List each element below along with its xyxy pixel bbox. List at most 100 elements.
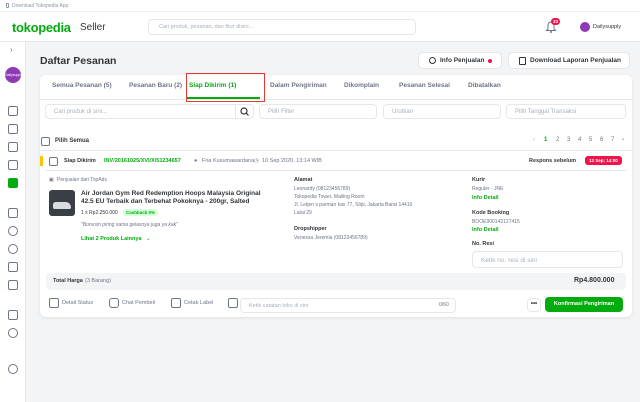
page-1[interactable]: 1 [544,137,547,143]
help-icon[interactable] [8,328,18,338]
home-icon[interactable] [8,106,18,116]
alamat-line-2: Tokopedia Tower, Mailing Room [294,194,365,200]
avatar[interactable] [580,22,590,32]
kurir-label: Kurir [472,177,486,183]
buyer-name[interactable]: Fria Kusumawardana [202,158,254,164]
seller-label: Seller [80,22,106,33]
booking-info-link[interactable]: Info Detail [472,227,499,233]
detail-status-link[interactable]: Detail Status [62,300,93,306]
sort-select[interactable]: Urutkan [383,104,501,119]
statistic-icon[interactable] [8,208,18,218]
invoice-link[interactable]: INV/20161025/XVI/X/51234657 [104,158,181,164]
respons-due-badge: 12 Sep; 14:00 [585,156,622,165]
tab-dalam-pengiriman[interactable]: Dalam Pengiriman [270,82,327,89]
product-icon[interactable] [8,262,18,272]
alamat-label: Alamat [294,177,313,183]
tab-pesanan-baru[interactable]: Pesanan Baru (2) [129,82,182,89]
more-products-link[interactable]: Lihat 2 Produk Lainnya [81,236,142,242]
chat-icon[interactable] [8,124,18,134]
page-4[interactable]: 4 [578,137,581,143]
tab-dibatalkan[interactable]: Dibatalkan [468,82,501,89]
booking-value: BOOE900142127415 [472,219,520,225]
search-icon [240,107,249,116]
sidebar: › Dailysupply [0,42,26,402]
note-icon [228,298,238,308]
order-header-divider [46,170,626,171]
page-7[interactable]: 7 [611,137,614,143]
alert-dot [488,58,493,63]
product-search-input[interactable]: Cari produk di sini... [45,104,236,119]
product-image[interactable] [49,190,75,216]
order-icon[interactable] [8,178,18,188]
cashback-badge: Cashback 5% [123,209,159,216]
next-page-icon[interactable]: › [622,137,624,143]
qty-price: 1 x Rp2.250.000 [81,210,118,216]
discussion-icon[interactable] [8,142,18,152]
select-all-label: Pilih Semua [55,138,90,144]
print-icon[interactable] [171,298,181,308]
tab-semua[interactable]: Semua Pesanan (5) [52,82,112,89]
confirm-shipping-button[interactable]: Konfirmasi Pengiriman [545,297,623,312]
chat-buyer-link[interactable]: Chat Pembeli [122,300,155,306]
respons-label: Respons sebelum [529,158,577,164]
chevron-right-icon[interactable]: › [10,45,13,54]
alamat-line-3: Jl. Letjen s parman kav 77, Slipi, Jakar… [294,202,413,208]
tokopedia-logo[interactable]: tokopedia [12,20,71,35]
tab-divider [40,99,632,100]
prev-page-icon[interactable]: ‹ [533,137,535,143]
dropshipper-value: Venessa Jeremia (08123456789) [294,235,368,241]
order-checkbox[interactable] [49,157,58,166]
page-6[interactable]: 6 [600,137,603,143]
tab-dikomplain[interactable]: Dikomplain [344,82,379,89]
download-app-link[interactable]: Download Tokopedia App [12,3,68,9]
clock-icon: ◷ [254,158,259,164]
alamat-line-1: Leonardy (08123456789) [294,186,351,192]
total-items: (3 Barang) [85,278,111,284]
select-all-checkbox[interactable] [41,137,50,146]
filter-select[interactable]: Pilih Filter [259,104,377,119]
header: tokopedia Seller Cari produk, pesanan, d… [0,12,640,42]
topads-icon: ▣ [49,177,54,183]
phone-icon [6,3,9,8]
page-2[interactable]: 2 [556,137,559,143]
resi-label: No. Resi [472,241,495,247]
promo-icon[interactable] [8,244,18,254]
document-icon [519,56,526,65]
download-report-button[interactable]: Download Laporan Penjualan [508,52,630,69]
tab-pesanan-selesai[interactable]: Pesanan Selesai [399,82,450,89]
ads-icon[interactable] [8,226,18,236]
alamat-line-4: Latai 29 [294,210,312,216]
gear-icon[interactable] [8,364,18,374]
resi-input[interactable]: Ketik no. resi di sini [472,251,623,268]
store-note-input[interactable]: Ketik catatan toko di sini [240,298,456,313]
info-penjualan-button[interactable]: Info Penjualan [418,52,502,69]
search-button[interactable] [235,104,254,119]
dropshipper-label: Dropshipper [294,226,327,232]
date-picker[interactable]: Pilih Tanggal Transaksi [506,104,626,119]
inbox-icon[interactable] [8,160,18,170]
notification-badge: 33 [551,18,561,25]
info-icon [429,57,436,64]
info-penjualan-label: Info Penjualan [440,57,485,64]
product-name[interactable]: Air Jordan Gym Red Redemption Hoops Mala… [81,190,271,206]
print-label-link[interactable]: Cetak Label [184,300,213,306]
tab-highlight-box [186,73,265,102]
note-counter: 0/60 [439,302,449,308]
chevron-down-icon[interactable]: ⌄ [146,236,151,242]
booking-label: Kode Booking [472,210,510,216]
order-date: 10 Sep 2020, 13:14 WIB [262,158,322,164]
download-app-bar[interactable]: Download Tokopedia App [0,0,640,12]
status-detail-icon[interactable] [49,298,59,308]
global-search-input[interactable]: Cari produk, pesanan, dan fitur disini..… [148,19,416,35]
order-status: Siap Dikirim [64,158,96,164]
store-avatar[interactable]: Dailysupply [5,67,23,83]
page-5[interactable]: 5 [589,137,592,143]
user-name[interactable]: Dailysupply [593,24,621,30]
gift-icon[interactable] [8,310,18,320]
download-report-label: Download Laporan Penjualan [530,57,622,64]
store-icon[interactable] [8,280,18,290]
more-button[interactable]: ••• [527,298,541,312]
page-3[interactable]: 3 [567,137,570,143]
chat-icon[interactable] [109,298,119,308]
kurir-info-link[interactable]: Info Detail [472,195,499,201]
